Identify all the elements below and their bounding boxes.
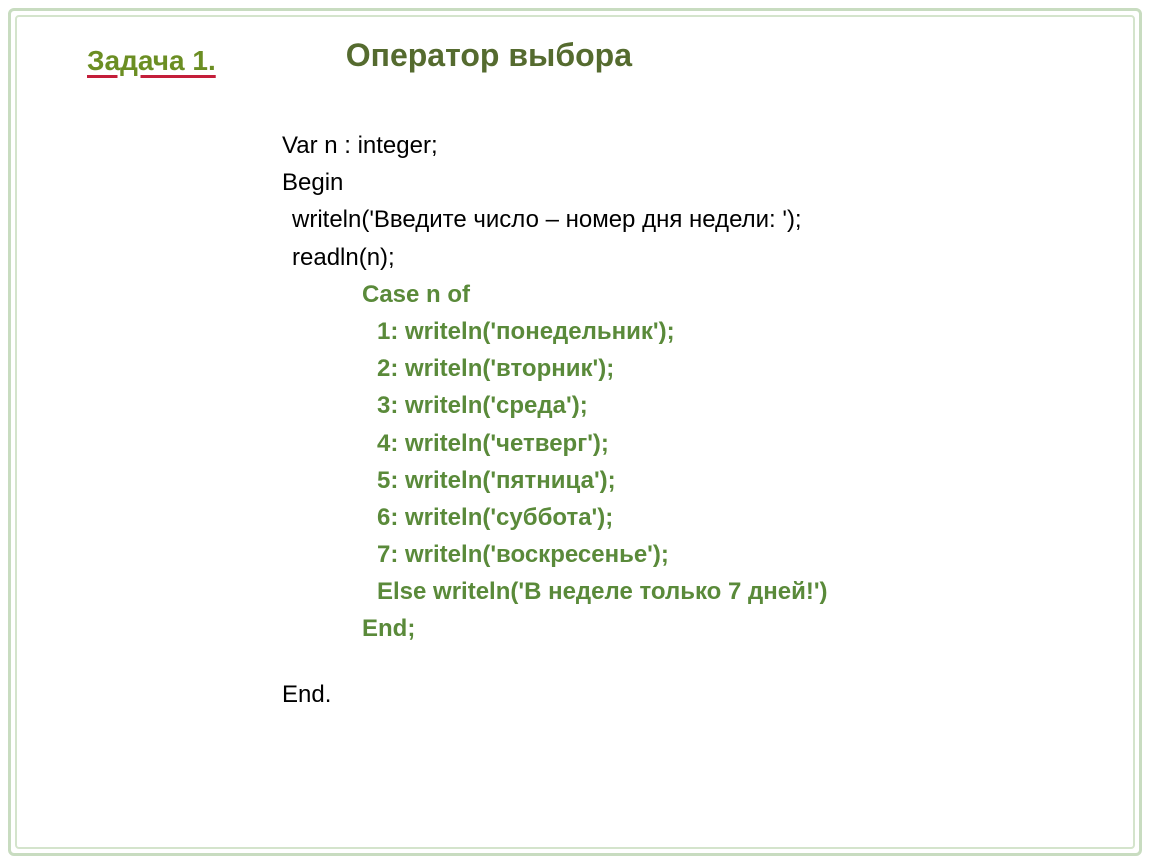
code-var-decl: Var n : integer; (282, 127, 1103, 164)
code-case-4: 4: writeln('четверг'); (377, 425, 1103, 462)
code-case-start: Case n of (362, 276, 1103, 313)
code-readln: readln(n); (292, 239, 1103, 276)
code-case-7: 7: writeln('воскресенье'); (377, 536, 1103, 573)
code-begin: Begin (282, 164, 1103, 201)
code-case-6: 6: writeln('суббота'); (377, 499, 1103, 536)
code-end-prog: End. (282, 676, 1103, 713)
code-writeln-prompt: writeln('Введите число – номер дня недел… (292, 201, 1103, 238)
code-end-case: End; (362, 610, 1103, 647)
code-block: Var n : integer; Begin writeln('Введите … (282, 127, 1103, 713)
task-label: Задача 1. (87, 45, 216, 77)
slide-header: Задача 1. Оператор выбора (47, 37, 1103, 77)
code-else: Else writeln('В неделе только 7 дней!') (377, 573, 1103, 610)
code-case-1: 1: writeln('понедельник'); (377, 313, 1103, 350)
slide-outer-frame: Задача 1. Оператор выбора Var n : intege… (8, 8, 1142, 856)
code-case-5: 5: writeln('пятница'); (377, 462, 1103, 499)
slide-inner-frame: Задача 1. Оператор выбора Var n : intege… (15, 15, 1135, 849)
code-case-3: 3: writeln('среда'); (377, 387, 1103, 424)
slide-title: Оператор выбора (346, 37, 632, 74)
code-case-2: 2: writeln('вторник'); (377, 350, 1103, 387)
